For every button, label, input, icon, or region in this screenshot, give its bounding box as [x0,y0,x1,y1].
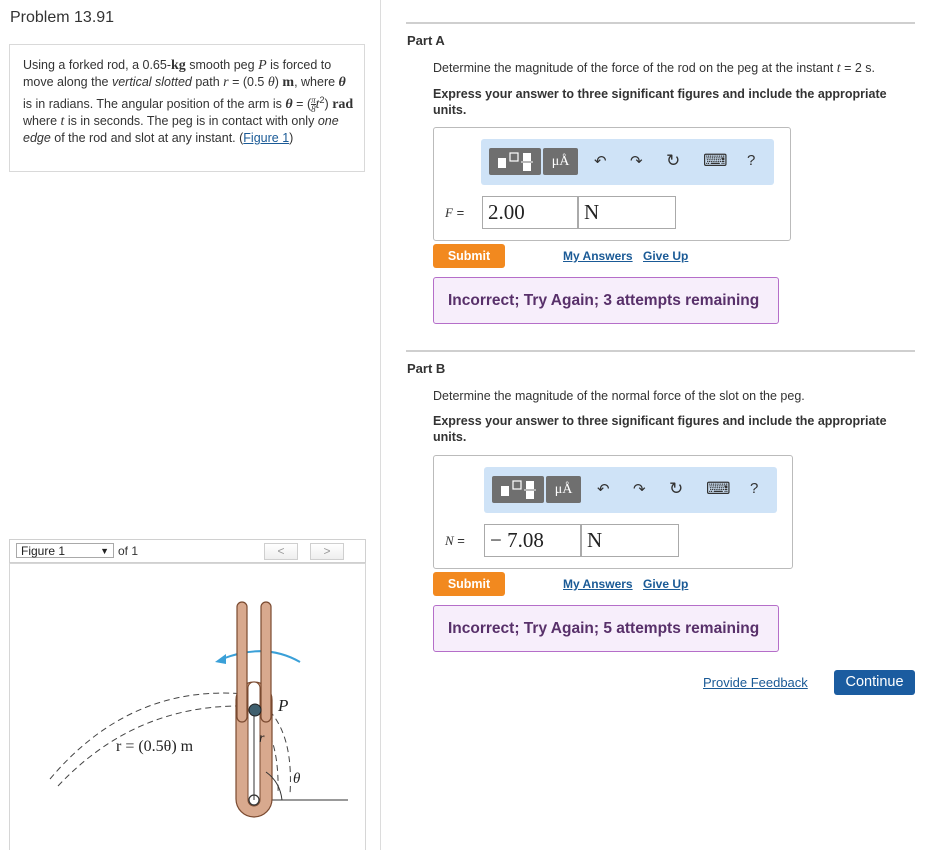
slot-path-outer [49,692,246,780]
units-button[interactable]: μÅ [546,476,581,503]
keyboard-icon[interactable]: ⌨ [703,151,728,171]
variable-N: N [445,533,454,548]
part-a-submit-button[interactable]: Submit [433,244,505,268]
part-a-variable-label: F = [445,205,464,221]
figure-select-value: Figure 1 [21,544,66,558]
rod-prong-right [260,601,272,723]
part-a-unit-input[interactable]: N [578,196,676,229]
part-b-title: Part B [407,361,446,376]
templates-button[interactable] [489,148,541,175]
text: path [191,75,224,90]
templates-icon [501,480,536,499]
next-figure-button[interactable]: > [310,543,344,560]
part-b-give-up-link[interactable]: Give Up [643,577,688,591]
templates-button[interactable] [492,476,544,503]
label-P: P [277,696,288,715]
provide-feedback-link[interactable]: Provide Feedback [703,675,808,690]
redo-icon[interactable]: ↷ [633,480,646,498]
unit-kg: kg [171,58,186,73]
continue-button[interactable]: Continue [834,670,915,695]
text: , where [294,75,339,90]
part-a-question: Determine the magnitude of the force of … [433,61,875,77]
part-a-instruction: Express your answer to three significant… [433,87,887,117]
part-b-feedback: Incorrect; Try Again; 5 attempts remaini… [433,605,779,652]
text: smooth peg [185,58,259,72]
emphasis-vertical-slotted: vertical slotted [111,75,192,90]
text: = ( [292,96,312,111]
part-b-unit-input[interactable]: N [581,524,679,557]
unit-m: m [282,75,295,91]
label-path-equation: r = (0.5θ) m [116,738,194,755]
part-b-answer-box: μÅ ↶ ↷ ↻ ⌨ ? N = − 7.08 N [433,455,793,569]
part-a-equation-toolbar: μÅ ↶ ↷ ↻ ⌨ ? [481,139,774,185]
equals-sign: = [452,205,465,220]
previous-figure-button[interactable]: < [264,543,298,560]
equals-sign: = [453,533,465,548]
text: = 2 s. [840,61,876,75]
text: Determine the magnitude of the force of … [433,61,837,75]
figure-navigation-bar: Figure 1 ▼ of 1 < > [9,539,366,563]
text: = (0.5 [228,75,268,90]
rod-prong-left [236,601,248,723]
part-b-my-answers-link[interactable]: My Answers [563,577,633,591]
text: Using a forked rod, a 0.65- [23,58,171,72]
rotation-arrowhead-icon [215,654,226,664]
help-icon[interactable]: ? [747,152,755,169]
part-a-my-answers-link[interactable]: My Answers [563,249,633,263]
part-b-value-input[interactable]: − 7.08 [484,524,581,557]
peg [248,703,262,717]
figure-link[interactable]: Figure 1 [243,131,289,145]
keyboard-icon[interactable]: ⌨ [706,479,731,499]
part-b-submit-button[interactable]: Submit [433,572,505,596]
figure-count: of 1 [118,544,139,558]
help-icon[interactable]: ? [750,480,758,497]
units-button[interactable]: μÅ [543,148,578,175]
problem-title: Problem 13.91 [10,9,115,26]
templates-icon [498,152,533,171]
forked-rod-diagram: P r r = (0.5θ) m θ [49,601,348,818]
unit-rad: rad [332,96,354,112]
figure-panel: P r r = (0.5θ) m θ [9,563,366,850]
figure-select[interactable]: Figure 1 ▼ [16,543,114,558]
part-b-divider [406,350,915,352]
redo-icon[interactable]: ↷ [630,152,643,170]
symbol-P: P [258,58,267,73]
text: ) [289,131,294,146]
label-r: r [259,731,265,746]
part-b-question: Determine the magnitude of the normal fo… [433,389,805,403]
dropdown-caret-icon: ▼ [100,546,109,556]
undo-icon[interactable]: ↶ [597,480,610,498]
part-b-instruction: Express your answer to three significant… [433,414,887,444]
problem-statement-box: Using a forked rod, a 0.65-kg smooth peg… [9,44,365,172]
text: of the rod and slot at any instant. ( [50,131,244,146]
reset-icon[interactable]: ↻ [669,479,683,499]
symbol-theta: θ [285,96,293,112]
text: is in radians. The angular position of t… [23,96,286,111]
symbol-theta: θ [267,75,275,91]
variable-F: F [445,205,453,220]
label-theta: θ [293,771,301,787]
part-a-divider [406,22,915,24]
reset-icon[interactable]: ↻ [666,151,680,171]
part-a-answer-box: μÅ ↶ ↷ ↻ ⌨ ? F = 2.00 N [433,127,791,241]
problem-statement: Using a forked rod, a 0.65-kg smooth peg… [23,57,358,147]
symbol-theta: θ [338,75,346,91]
text: is in seconds. The peg is in contact wit… [64,114,318,129]
undo-icon[interactable]: ↶ [594,152,607,170]
part-a-value-input[interactable]: 2.00 [482,196,578,229]
text: where [23,114,61,129]
part-a-feedback: Incorrect; Try Again; 3 attempts remaini… [433,277,779,324]
part-b-equation-toolbar: μÅ ↶ ↷ ↻ ⌨ ? [484,467,777,513]
part-b-variable-label: N = [445,533,465,549]
part-a-give-up-link[interactable]: Give Up [643,249,688,263]
part-a-title: Part A [407,33,445,48]
